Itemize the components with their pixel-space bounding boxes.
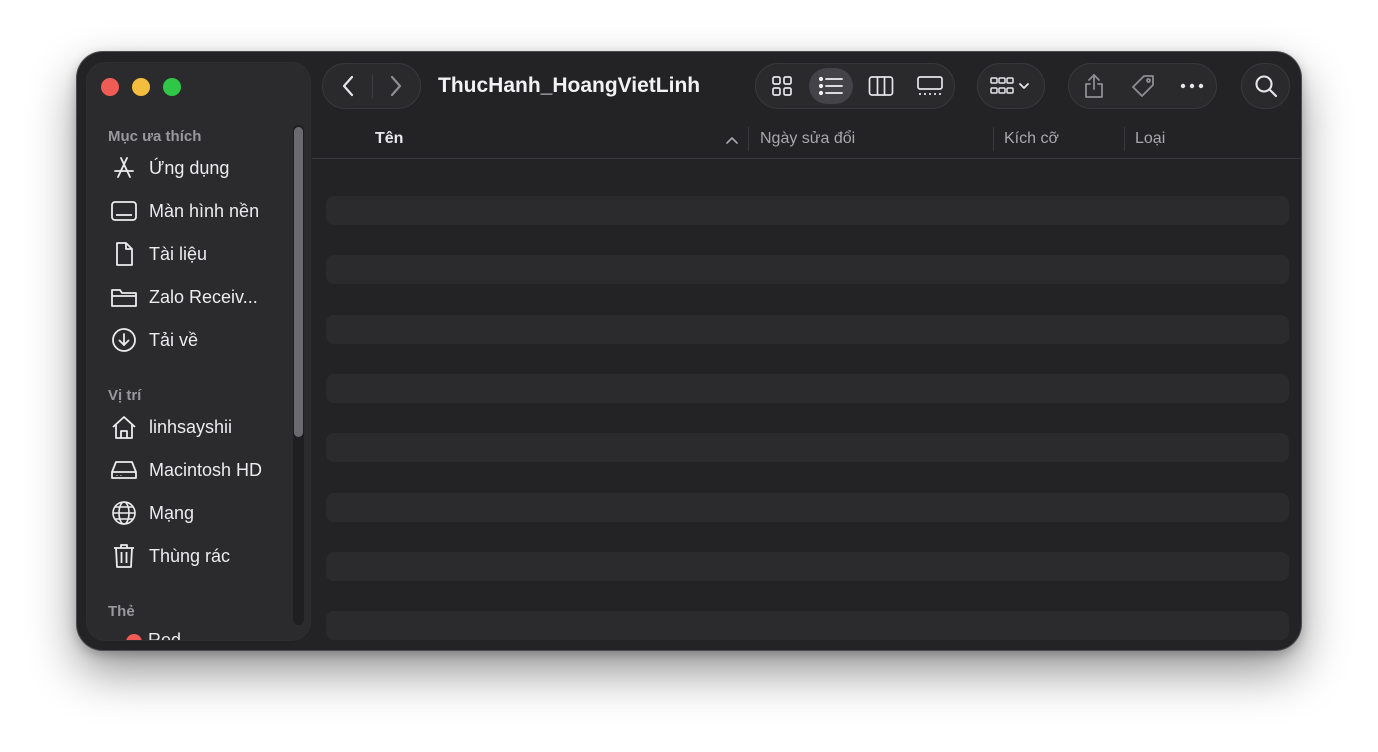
sidebar-section-favorites: Mục ưa thích bbox=[108, 128, 202, 145]
group-by-button[interactable] bbox=[978, 64, 1044, 108]
sort-ascending-indicator bbox=[725, 132, 739, 150]
tag-red-dot bbox=[126, 634, 142, 640]
icon-view-button[interactable] bbox=[758, 64, 806, 108]
search-group bbox=[1241, 63, 1290, 109]
trash-icon bbox=[107, 539, 141, 573]
sidebar-item-tag-red[interactable]: Red bbox=[148, 630, 181, 640]
columns-icon bbox=[868, 76, 894, 96]
sidebar-item-trash[interactable]: Thùng rác bbox=[107, 539, 287, 573]
more-button[interactable] bbox=[1168, 64, 1216, 108]
sidebar-item-applications[interactable]: Ứng dụng bbox=[107, 151, 287, 185]
group-by-icon bbox=[990, 77, 1029, 94]
folder-icon bbox=[107, 280, 141, 314]
sidebar-item-label: Màn hình nền bbox=[149, 200, 260, 221]
network-globe-icon bbox=[107, 496, 141, 530]
grid-icon bbox=[772, 76, 792, 96]
sidebar-scrollbar[interactable] bbox=[293, 125, 304, 625]
share-button[interactable] bbox=[1069, 64, 1118, 108]
column-header-size[interactable]: Kích cỡ bbox=[1004, 130, 1059, 148]
close-window-button[interactable] bbox=[101, 78, 119, 96]
view-mode-group bbox=[755, 63, 955, 109]
search-button[interactable] bbox=[1242, 64, 1289, 108]
sidebar: Mục ưa thích Ứng dụng Màn hình nền Tài l… bbox=[87, 63, 310, 640]
applications-icon bbox=[107, 151, 141, 185]
sidebar-item-desktop[interactable]: Màn hình nền bbox=[107, 194, 287, 228]
sidebar-item-label: Ứng dụng bbox=[149, 157, 230, 178]
column-header-kind[interactable]: Loại bbox=[1135, 130, 1165, 148]
empty-row-stripe bbox=[326, 196, 1289, 225]
sidebar-item-home[interactable]: linhsayshii bbox=[107, 410, 287, 444]
sidebar-item-label: linhsayshii bbox=[149, 416, 233, 437]
sidebar-item-label: Macintosh HD bbox=[149, 459, 263, 480]
download-icon bbox=[107, 323, 141, 357]
maximize-window-button[interactable] bbox=[163, 78, 181, 96]
column-header-name[interactable]: Tên bbox=[375, 130, 403, 148]
empty-row-stripe bbox=[326, 374, 1289, 403]
empty-row-stripe bbox=[326, 315, 1289, 344]
sidebar-item-label: Tải về bbox=[149, 329, 199, 350]
sidebar-section-tags: Thẻ bbox=[108, 603, 135, 620]
tag-icon bbox=[1132, 75, 1154, 97]
actions-group bbox=[1068, 63, 1217, 109]
chevron-right-icon bbox=[390, 75, 402, 97]
hard-drive-icon bbox=[107, 453, 141, 487]
window-title: ThucHanh_HoangVietLinh bbox=[438, 74, 701, 97]
group-by-group bbox=[977, 63, 1045, 109]
back-button[interactable] bbox=[323, 64, 372, 108]
empty-row-stripe bbox=[326, 433, 1289, 462]
empty-row-stripe bbox=[326, 255, 1289, 284]
gallery-view-button[interactable] bbox=[906, 64, 954, 108]
navigation-group bbox=[322, 63, 421, 109]
sidebar-item-downloads[interactable]: Tải về bbox=[107, 323, 287, 357]
sidebar-item-label: Zalo Receiv... bbox=[149, 286, 258, 307]
sidebar-item-label: Tài liệu bbox=[149, 243, 208, 264]
sidebar-item-network[interactable]: Mạng bbox=[107, 496, 287, 530]
empty-row-stripe bbox=[326, 611, 1289, 640]
share-icon bbox=[1084, 74, 1103, 98]
minimize-window-button[interactable] bbox=[132, 78, 150, 96]
list-view-button[interactable] bbox=[806, 64, 856, 108]
list-icon bbox=[818, 76, 843, 96]
finder-window: Mục ưa thích Ứng dụng Màn hình nền Tài l… bbox=[77, 52, 1301, 650]
tag-button[interactable] bbox=[1118, 64, 1168, 108]
sidebar-item-label: Thùng rác bbox=[149, 545, 231, 566]
column-view-button[interactable] bbox=[856, 64, 906, 108]
ellipsis-icon bbox=[1180, 83, 1204, 89]
sidebar-scroll-thumb[interactable] bbox=[294, 127, 303, 437]
sidebar-item-documents[interactable]: Tài liệu bbox=[107, 237, 287, 271]
forward-button[interactable] bbox=[372, 64, 420, 108]
sidebar-section-locations: Vị trí bbox=[108, 387, 142, 404]
gallery-icon bbox=[917, 76, 943, 95]
chevron-left-icon bbox=[342, 75, 353, 97]
empty-row-stripe bbox=[326, 493, 1289, 522]
search-icon bbox=[1254, 75, 1277, 98]
empty-row-stripe bbox=[326, 552, 1289, 581]
sidebar-item-zalo-folder[interactable]: Zalo Receiv... bbox=[107, 280, 287, 314]
home-icon bbox=[107, 410, 141, 444]
sidebar-item-macintosh-hd[interactable]: Macintosh HD bbox=[107, 453, 287, 487]
column-header-modified[interactable]: Ngày sửa đổi bbox=[760, 130, 855, 148]
chevron-up-icon bbox=[726, 137, 738, 144]
document-icon bbox=[107, 237, 141, 271]
sidebar-item-label: Mạng bbox=[149, 502, 195, 523]
desktop-icon bbox=[107, 194, 141, 228]
